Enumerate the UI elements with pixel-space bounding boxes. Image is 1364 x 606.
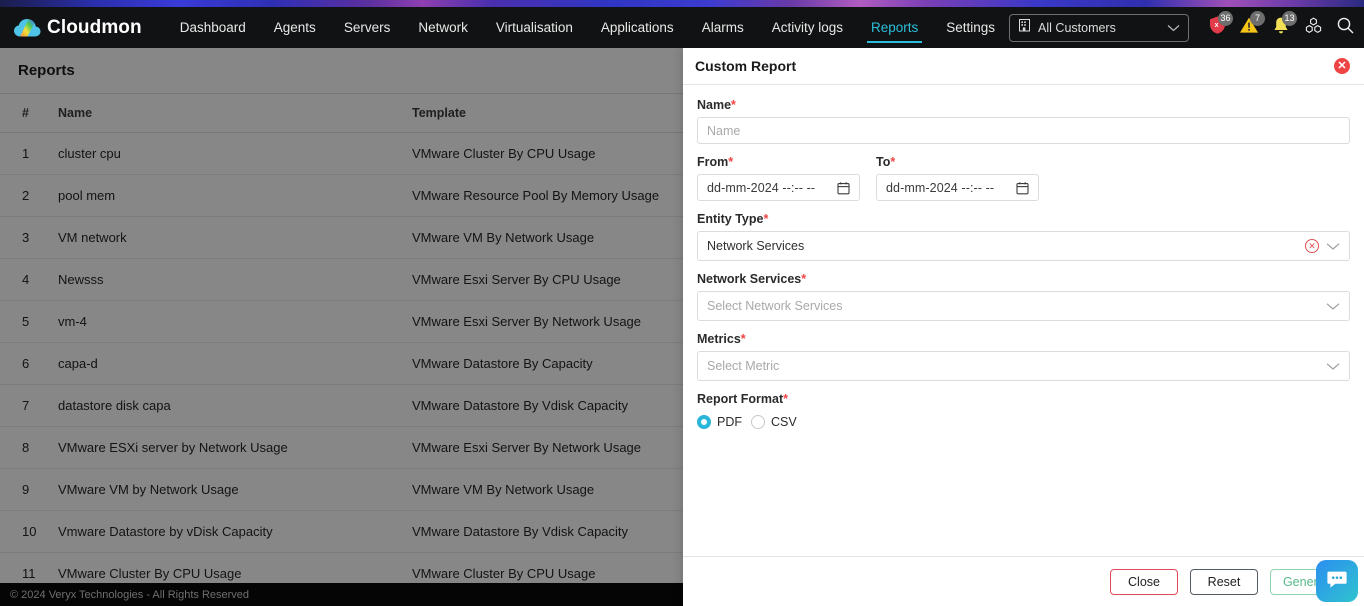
field-to: To* dd-mm-2024 --:-- -- [876, 155, 1039, 201]
panel-body: Name* From* dd-mm-2024 --:-- -- [683, 85, 1364, 556]
custom-report-panel: Custom Report ✕ Name* From* dd-mm-2024 -… [683, 48, 1364, 606]
close-circle-icon[interactable]: ✕ [1334, 58, 1350, 74]
svg-text:x: x [1214, 22, 1218, 29]
required-marker: * [801, 272, 807, 286]
chevron-down-icon[interactable] [1326, 242, 1340, 251]
search-icon [1336, 16, 1355, 40]
nav-link-applications[interactable]: Applications [587, 7, 688, 48]
date-range-row: From* dd-mm-2024 --:-- -- To* dd-mm-2024… [697, 155, 1350, 201]
panel-title: Custom Report [695, 58, 797, 74]
radio-option-csv[interactable]: CSV [751, 415, 797, 429]
radio-csv-label: CSV [771, 415, 797, 429]
warning-triangle-badge: 7 [1250, 10, 1266, 26]
panel-footer: Close Reset Generate [683, 556, 1364, 606]
warning-triangle-icon-button[interactable]: 7 [1233, 10, 1266, 44]
nav-link-alarms[interactable]: Alarms [688, 7, 758, 48]
label-from: From* [697, 155, 734, 169]
radio-csv-indicator[interactable] [751, 415, 765, 429]
radio-pdf-indicator[interactable] [697, 415, 711, 429]
clear-circle-icon[interactable]: ✕ [1305, 239, 1319, 253]
required-marker: * [731, 98, 736, 112]
chevron-down-icon [1167, 19, 1180, 37]
nav-link-agents[interactable]: Agents [260, 7, 330, 48]
to-date-input[interactable]: dd-mm-2024 --:-- -- [876, 174, 1039, 201]
label-entity-type: Entity Type* [697, 212, 769, 226]
cloud-rainbow-logo-icon [12, 15, 42, 41]
nav-link-settings[interactable]: Settings [932, 7, 1009, 48]
brand-name: Cloudmon [47, 16, 142, 38]
label-report-format: Report Format* [697, 392, 788, 406]
top-navbar: Cloudmon Dashboard Agents Servers Networ… [0, 7, 1364, 48]
required-marker: * [740, 332, 746, 346]
search-icon-button[interactable] [1329, 12, 1361, 44]
field-name: Name* [697, 98, 1350, 144]
required-marker: * [728, 155, 734, 169]
network-services-placeholder: Select Network Services [707, 299, 843, 313]
chevron-down-icon[interactable] [1326, 302, 1340, 311]
nav-link-reports[interactable]: Reports [857, 7, 932, 48]
field-entity-type: Entity Type* Network Services ✕ [697, 212, 1350, 261]
label-metrics: Metrics* [697, 332, 746, 346]
chevron-down-icon[interactable] [1326, 362, 1340, 371]
close-button[interactable]: Close [1110, 568, 1178, 595]
building-icon [1018, 18, 1031, 37]
chat-bubble-icon [1325, 567, 1349, 596]
reset-button[interactable]: Reset [1190, 568, 1258, 595]
metrics-select[interactable]: Select Metric [697, 351, 1350, 381]
cubes-icon-button[interactable] [1297, 12, 1329, 44]
radio-pdf-label: PDF [717, 415, 742, 429]
navbar-right-tools: All Customers x 36 7 13 [1009, 7, 1364, 48]
nav-link-activity-logs[interactable]: Activity logs [758, 7, 857, 48]
field-metrics: Metrics* Select Metric [697, 332, 1350, 381]
nav-link-network[interactable]: Network [404, 7, 482, 48]
required-marker: * [763, 212, 769, 226]
nav-link-virtualisation[interactable]: Virtualisation [482, 7, 587, 48]
bell-notification-badge: 13 [1282, 10, 1298, 26]
to-date-value: dd-mm-2024 --:-- -- [886, 180, 995, 195]
from-date-input[interactable]: dd-mm-2024 --:-- -- [697, 174, 860, 201]
calendar-icon[interactable] [837, 181, 850, 195]
panel-header: Custom Report ✕ [683, 48, 1364, 85]
label-network-services: Network Services* [697, 272, 807, 286]
calendar-icon[interactable] [1016, 181, 1029, 195]
nav-link-servers[interactable]: Servers [330, 7, 405, 48]
brand[interactable]: Cloudmon [0, 15, 142, 41]
customer-selector[interactable]: All Customers [1009, 13, 1190, 42]
shield-critical-icon-button[interactable]: x 36 [1201, 10, 1234, 44]
entity-type-select[interactable]: Network Services ✕ [697, 231, 1350, 261]
field-from: From* dd-mm-2024 --:-- -- [697, 155, 860, 201]
bell-notification-icon-button[interactable]: 13 [1265, 10, 1298, 44]
chat-widget-button[interactable] [1316, 560, 1358, 602]
nav-links: Dashboard Agents Servers Network Virtual… [166, 7, 1009, 48]
app-root: Cloudmon Dashboard Agents Servers Networ… [0, 0, 1364, 606]
modal-backdrop[interactable] [0, 48, 683, 606]
field-network-services: Network Services* Select Network Service… [697, 272, 1350, 321]
radio-option-pdf[interactable]: PDF [697, 415, 742, 429]
label-name: Name* [697, 98, 736, 112]
required-marker: * [890, 155, 896, 169]
desktop-top-strip [0, 0, 1364, 7]
report-format-radio-group: PDF CSV [697, 415, 1350, 429]
cubes-icon [1304, 16, 1323, 40]
customer-selector-label: All Customers [1038, 20, 1116, 35]
required-marker: * [783, 392, 788, 406]
name-input[interactable] [697, 117, 1350, 144]
metrics-placeholder: Select Metric [707, 359, 780, 373]
label-to: To* [876, 155, 896, 169]
entity-type-value: Network Services [707, 239, 805, 253]
field-report-format: Report Format* PDF CSV [697, 392, 1350, 429]
nav-link-dashboard[interactable]: Dashboard [166, 7, 260, 48]
shield-critical-badge: 36 [1218, 10, 1234, 26]
from-date-value: dd-mm-2024 --:-- -- [707, 180, 816, 195]
network-services-select[interactable]: Select Network Services [697, 291, 1350, 321]
